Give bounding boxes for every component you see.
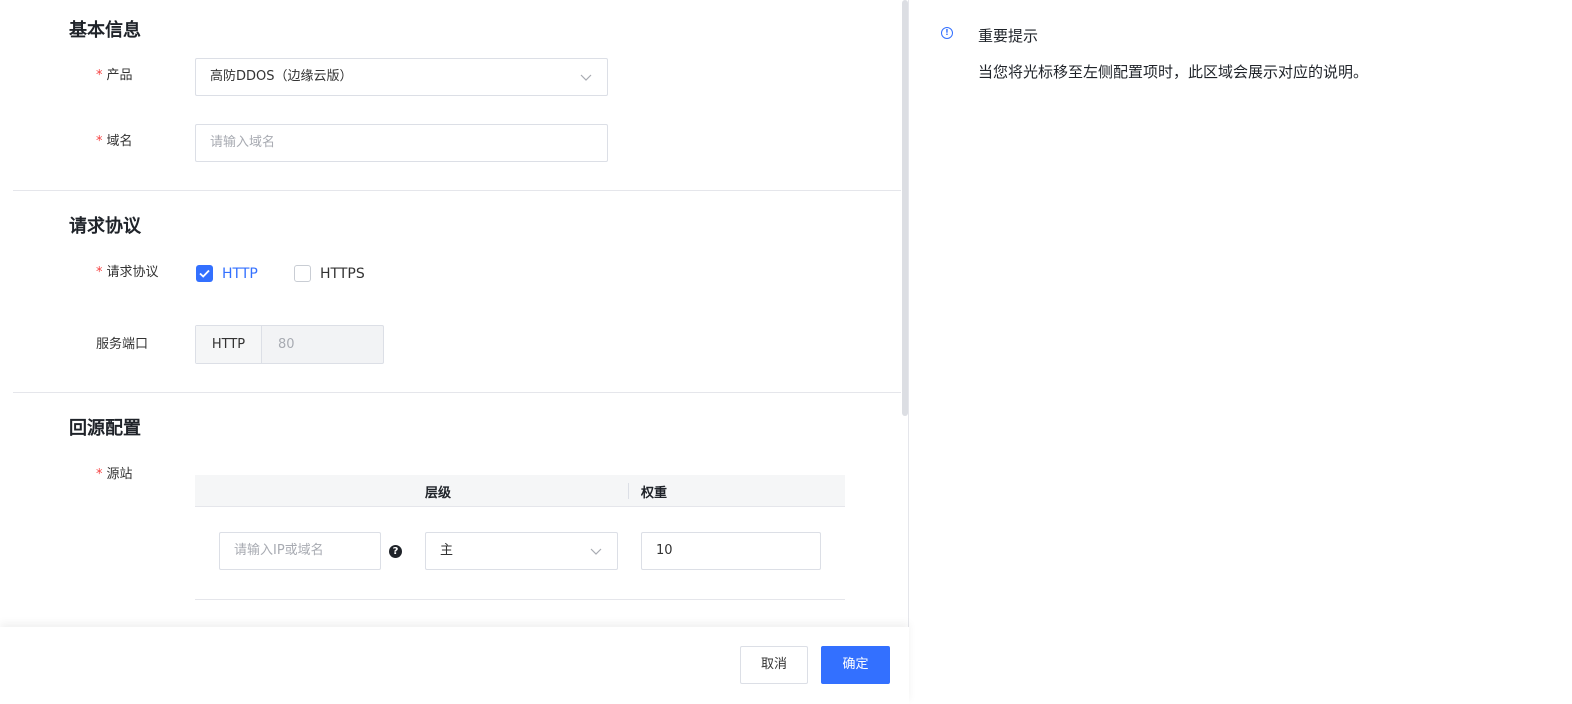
origin-site-label-text: 源站 [106, 467, 133, 482]
origin-level-select[interactable]: 主 [425, 532, 618, 570]
section-divider [13, 392, 901, 393]
domain-label: * 域名 [96, 132, 133, 152]
section-title-origin: 回源配置 [69, 418, 141, 439]
required-mark: * [96, 467, 103, 482]
origin-level-value: 主 [440, 543, 454, 558]
column-header-weight: 权重 [641, 486, 668, 501]
config-form-panel: 基本信息 * 产品 高防DDOS（边缘云版） * 域名 请输入域名 请求协议 * 请求… [0, 0, 909, 704]
service-port-label: 服务端口 [96, 337, 149, 352]
domain-input[interactable]: 请输入域名 [195, 124, 608, 162]
product-select-value: 高防DDOS（边缘云版） [210, 69, 353, 84]
help-icon[interactable]: ? [389, 545, 402, 558]
chevron-down-icon [580, 72, 592, 82]
cancel-button[interactable]: 取消 [740, 646, 808, 684]
required-mark: * [96, 265, 103, 280]
product-label-text: 产品 [106, 68, 133, 83]
column-separator [628, 483, 629, 499]
http-checkbox-label[interactable]: HTTP [222, 265, 258, 283]
confirm-button[interactable]: 确定 [821, 646, 890, 684]
tip-title: 重要提示 [978, 27, 1039, 45]
service-port-value: 80 [278, 337, 295, 352]
scrollbar-thumb[interactable] [902, 0, 908, 416]
form-footer: 取消 确定 [0, 627, 909, 704]
section-divider [13, 190, 901, 191]
http-checkbox[interactable] [196, 265, 213, 282]
chevron-down-icon [590, 546, 602, 556]
section-title-protocol: 请求协议 [69, 216, 141, 237]
product-label: * 产品 [96, 66, 133, 86]
origin-weight-input[interactable]: 10 [641, 532, 821, 570]
column-header-level: 层级 [425, 486, 452, 501]
protocol-label: * 请求协议 [96, 263, 159, 283]
origin-site-label: * 源站 [96, 465, 133, 485]
https-checkbox[interactable] [294, 265, 311, 282]
domain-label-text: 域名 [106, 134, 133, 149]
origin-address-input[interactable]: 请输入IP或域名 [219, 532, 381, 570]
required-mark: * [96, 134, 103, 149]
check-icon [199, 269, 210, 278]
protocol-label-text: 请求协议 [106, 265, 159, 280]
product-select[interactable]: 高防DDOS（边缘云版） [195, 58, 608, 96]
page: 基本信息 * 产品 高防DDOS（边缘云版） * 域名 请输入域名 请求协议 * 请求… [0, 0, 1572, 704]
service-port-prefix: HTTP [196, 326, 262, 363]
table-row-divider [195, 599, 845, 600]
origin-table-header: 层级 权重 [195, 475, 845, 507]
required-mark: * [96, 68, 103, 83]
section-title-basic-info: 基本信息 [69, 20, 141, 41]
service-port-field: HTTP 80 [195, 325, 384, 364]
info-icon: ! [941, 27, 953, 39]
tip-description: 当您将光标移至左侧配置项时，此区域会展示对应的说明。 [978, 63, 1369, 81]
https-checkbox-label[interactable]: HTTPS [320, 265, 365, 283]
